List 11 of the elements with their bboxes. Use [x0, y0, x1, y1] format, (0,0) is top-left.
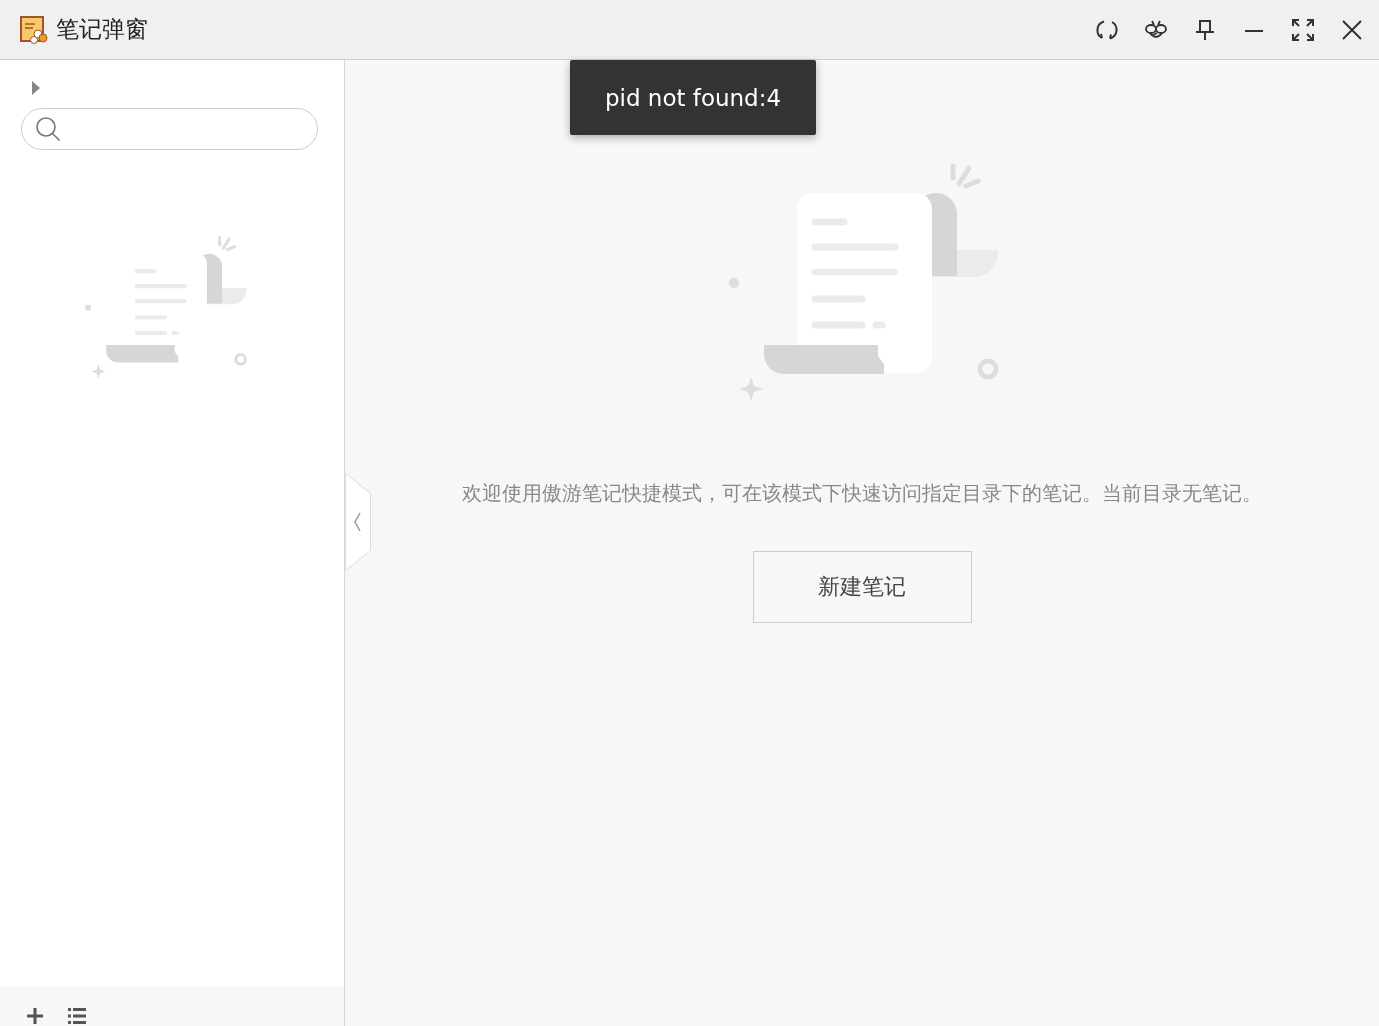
window-title: 笔记弹窗	[56, 15, 148, 44]
search-field[interactable]	[21, 108, 318, 150]
list-icon[interactable]	[67, 1006, 87, 1026]
collapse-handle[interactable]	[345, 473, 371, 571]
search-icon	[34, 115, 62, 143]
new-note-button[interactable]: 新建笔记	[752, 551, 972, 623]
empty-state-message: 欢迎使用傲游笔记快捷模式，可在该模式下快速访问指定目录下的笔记。当前目录无笔记。	[462, 480, 1262, 507]
toast-message: pid not found:4	[570, 60, 816, 135]
expand-arrow-icon[interactable]	[31, 80, 41, 96]
app-logo-icon	[20, 15, 48, 44]
add-icon[interactable]	[25, 1006, 45, 1026]
